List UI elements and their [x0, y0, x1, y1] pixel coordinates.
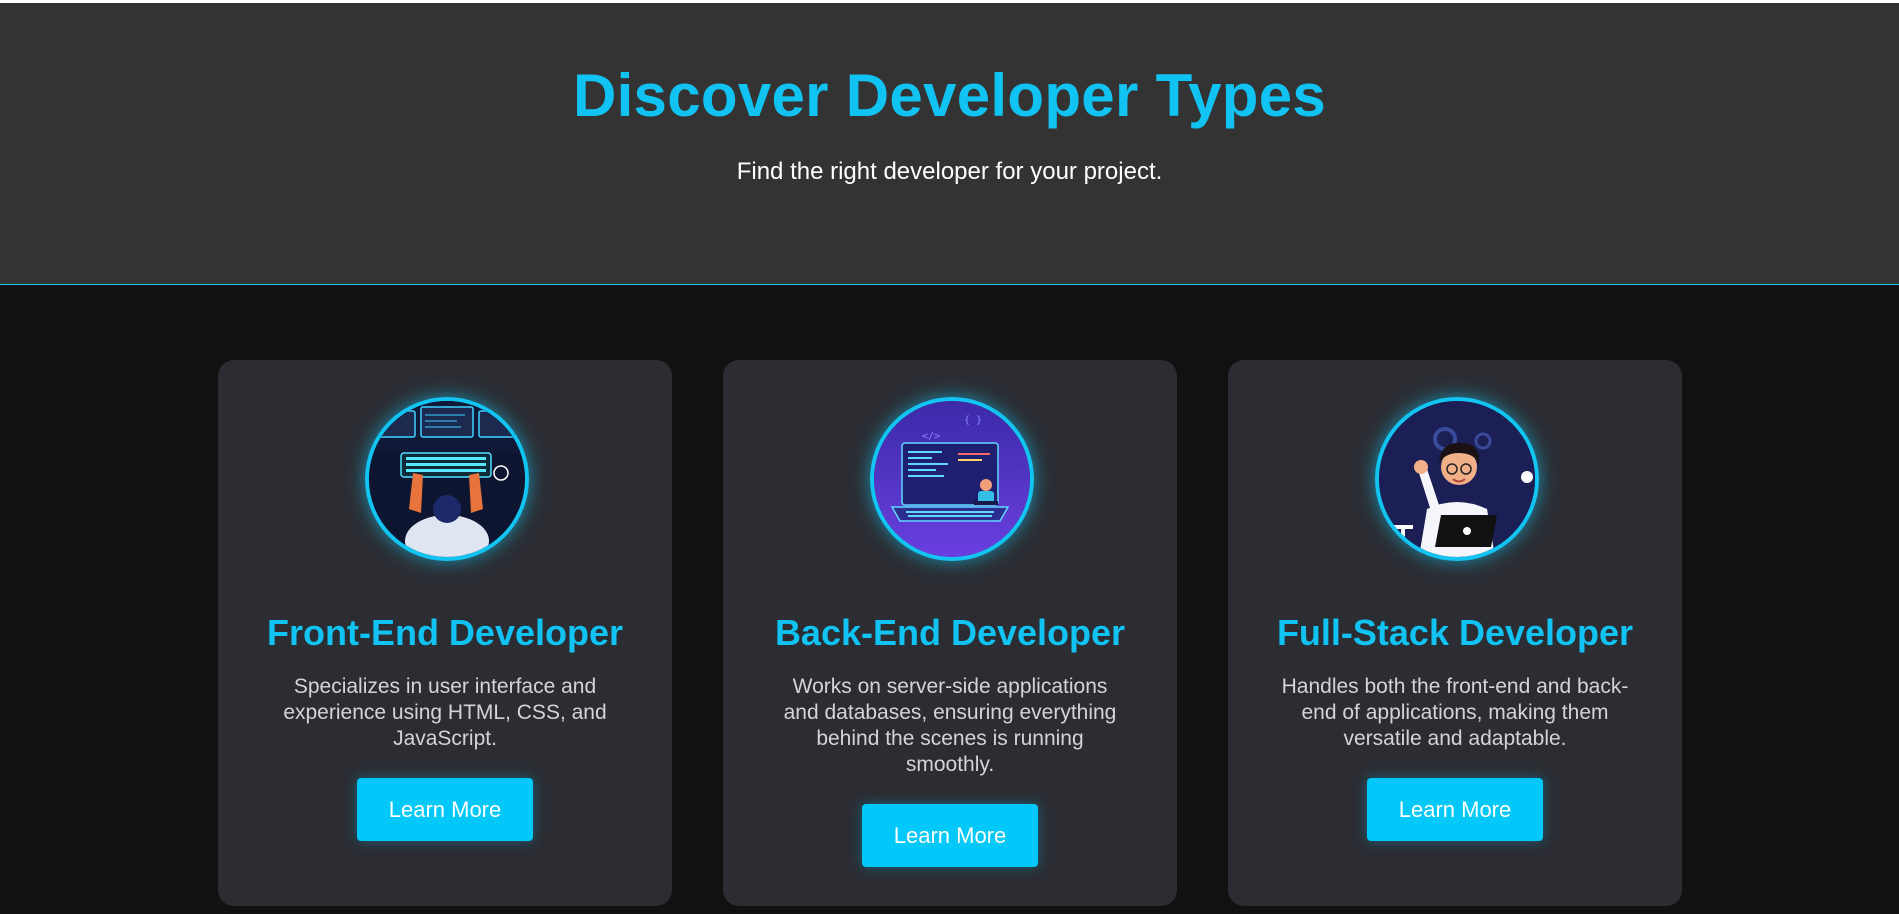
card-description: Specializes in user interface and experi… — [283, 675, 607, 750]
back-end-developer-illustration-icon: </> { } — [870, 397, 1034, 561]
svg-text:</>: </> — [922, 431, 940, 442]
page-title: Discover Developer Types — [572, 62, 1327, 129]
card-full-stack-developer: Full-Stack Developer Handles both the fr… — [1228, 360, 1682, 906]
card-back-end-developer: </> { } Back-End Developer Works on serv… — [723, 360, 1177, 906]
hero-section: Discover Developer Types Find the right … — [0, 3, 1899, 285]
learn-more-front-end-button[interactable]: Learn More — [357, 778, 533, 841]
card-title: Back-End Developer — [774, 612, 1126, 653]
svg-text:{ }: { } — [964, 415, 982, 426]
page-subtitle: Find the right developer for your projec… — [736, 158, 1163, 185]
learn-more-full-stack-button[interactable]: Learn More — [1367, 778, 1543, 841]
card-front-end-developer: Front-End Developer Specializes in user … — [218, 360, 672, 906]
card-description: Handles both the front-end and back-end … — [1281, 675, 1629, 750]
developer-cards-section: Front-End Developer Specializes in user … — [0, 285, 1899, 914]
learn-more-back-end-button[interactable]: Learn More — [862, 804, 1038, 867]
card-description: Works on server-side applications and da… — [783, 675, 1117, 776]
front-end-developer-illustration-icon — [365, 397, 529, 561]
full-stack-developer-illustration-icon — [1375, 397, 1539, 561]
card-title: Front-End Developer — [266, 612, 624, 653]
card-title: Full-Stack Developer — [1276, 612, 1634, 653]
